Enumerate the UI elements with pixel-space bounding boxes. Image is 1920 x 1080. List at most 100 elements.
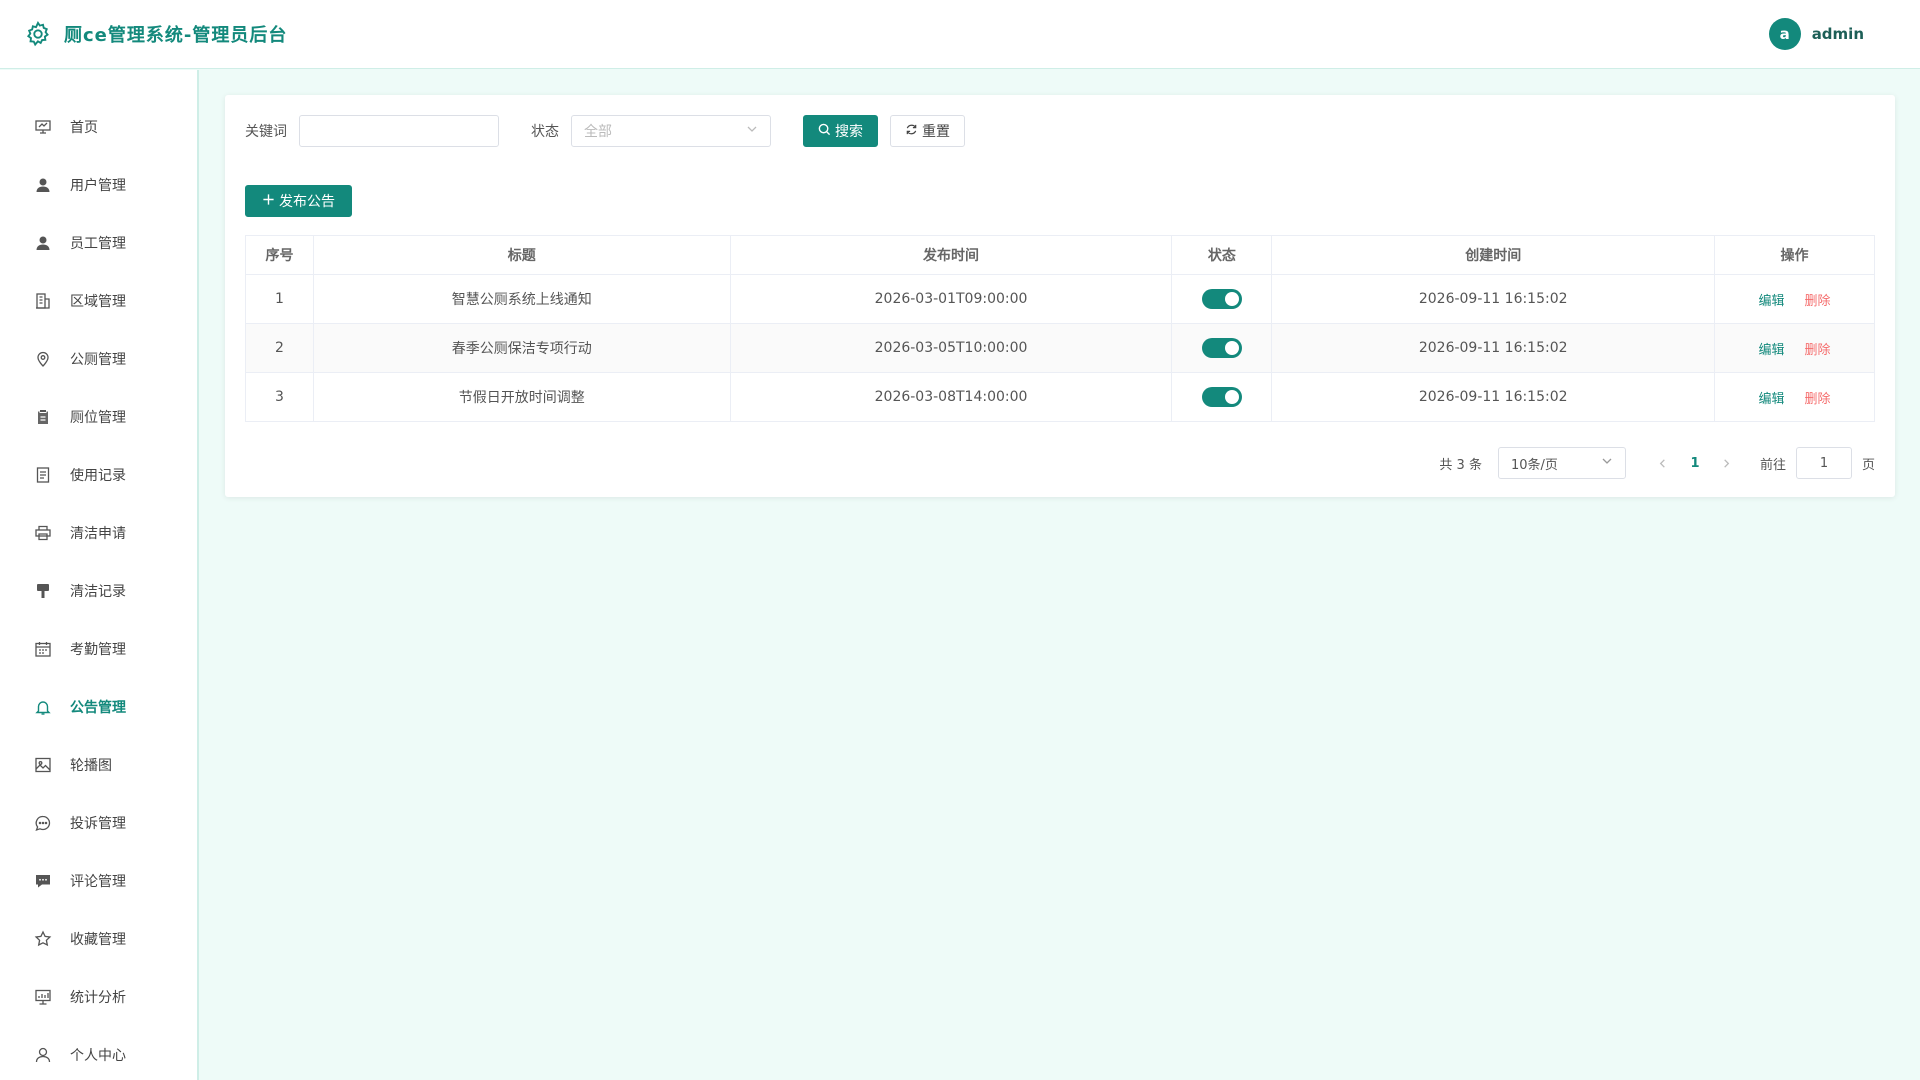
status-toggle[interactable] bbox=[1201, 387, 1242, 407]
row-created-time: 2026-09-11 16:15:02 bbox=[1271, 372, 1716, 422]
publish-announcement-button[interactable]: 发布公告 bbox=[245, 185, 352, 217]
sidebar-item-6[interactable]: 使用记录 bbox=[0, 446, 197, 504]
delete-link[interactable]: 删除 bbox=[1805, 343, 1831, 358]
sidebar-item-9[interactable]: 考勤管理 bbox=[0, 620, 197, 678]
table-row: 1 智慧公厕系统上线通知 2026-03-01T09:00:00 2026-09… bbox=[245, 274, 1875, 324]
delete-link[interactable]: 删除 bbox=[1805, 392, 1831, 407]
reset-button-label: 重置 bbox=[922, 124, 950, 140]
row-actions: 编辑 删除 bbox=[1714, 323, 1875, 373]
office-building-icon bbox=[34, 292, 52, 310]
document-icon bbox=[34, 466, 52, 484]
page-number-current[interactable]: 1 bbox=[1678, 456, 1712, 471]
sidebar-item-label: 投诉管理 bbox=[70, 816, 126, 832]
username[interactable]: admin bbox=[1812, 25, 1864, 43]
row-actions: 编辑 删除 bbox=[1714, 274, 1875, 324]
sidebar-item-11[interactable]: 轮播图 bbox=[0, 736, 197, 794]
pagination: 共 3 条 10条/页 1 前往 1 页 bbox=[1439, 447, 1875, 479]
goto-label: 前往 bbox=[1759, 457, 1786, 473]
sidebar-item-15[interactable]: 统计分析 bbox=[0, 968, 197, 1026]
sidebar-item-2[interactable]: 员工管理 bbox=[0, 214, 197, 272]
sidebar-item-3[interactable]: 区域管理 bbox=[0, 272, 197, 330]
table-row: 3 节假日开放时间调整 2026-03-08T14:00:00 2026-09-… bbox=[245, 372, 1875, 422]
column-header-title: 标题 bbox=[312, 235, 731, 275]
row-index: 1 bbox=[245, 274, 314, 324]
reset-button[interactable]: 重置 bbox=[890, 115, 965, 147]
prev-page-button[interactable] bbox=[1648, 458, 1678, 469]
chat-round-icon bbox=[34, 814, 52, 832]
search-icon bbox=[818, 123, 831, 140]
sidebar-item-8[interactable]: 清洁记录 bbox=[0, 562, 197, 620]
avatar[interactable]: a bbox=[1768, 18, 1801, 50]
page-size-select[interactable]: 10条/页 bbox=[1497, 447, 1626, 479]
star-icon bbox=[34, 930, 52, 948]
row-status-cell bbox=[1171, 274, 1273, 324]
sidebar-item-5[interactable]: 厕位管理 bbox=[0, 388, 197, 446]
search-button[interactable]: 搜索 bbox=[803, 115, 878, 147]
sidebar-item-16[interactable]: 个人中心 bbox=[0, 1026, 197, 1080]
sidebar-item-1[interactable]: 用户管理 bbox=[0, 156, 197, 214]
sidebar-item-label: 区域管理 bbox=[70, 294, 126, 310]
sidebar-item-13[interactable]: 评论管理 bbox=[0, 852, 197, 910]
sidebar-item-label: 公告管理 bbox=[70, 700, 126, 716]
status-select[interactable]: 全部 bbox=[571, 115, 771, 147]
gear-icon bbox=[24, 20, 52, 48]
edit-link[interactable]: 编辑 bbox=[1759, 343, 1785, 358]
brand: 厕ce管理系统-管理员后台 bbox=[24, 20, 287, 48]
printer-icon bbox=[34, 524, 52, 542]
table-row: 2 春季公厕保洁专项行动 2026-03-05T10:00:00 2026-09… bbox=[245, 323, 1875, 373]
goto-page-input[interactable]: 1 bbox=[1795, 447, 1852, 479]
status-toggle[interactable] bbox=[1201, 338, 1242, 358]
picture-icon bbox=[34, 756, 52, 774]
sidebar-item-label: 清洁记录 bbox=[70, 584, 126, 600]
sidebar-item-10[interactable]: 公告管理 bbox=[0, 678, 197, 736]
status-toggle[interactable] bbox=[1201, 289, 1242, 309]
user-menu[interactable]: a admin bbox=[1768, 18, 1864, 50]
user-outline-icon bbox=[34, 1046, 52, 1064]
user-solid-icon bbox=[34, 234, 52, 252]
goto-suffix: 页 bbox=[1861, 457, 1875, 473]
keyword-input[interactable] bbox=[299, 115, 499, 147]
sidebar-item-label: 清洁申请 bbox=[70, 526, 126, 542]
column-header-status: 状态 bbox=[1171, 235, 1273, 275]
column-header-publish-time: 发布时间 bbox=[729, 235, 1173, 275]
row-title: 春季公厕保洁专项行动 bbox=[312, 323, 731, 373]
row-index: 3 bbox=[245, 372, 314, 422]
sidebar-item-label: 轮播图 bbox=[70, 758, 112, 774]
refresh-icon bbox=[905, 123, 918, 140]
announcement-table: 序号 标题 发布时间 状态 创建时间 操作 1 智慧公厕系统上线通知 2026-… bbox=[245, 235, 1875, 422]
table-header-row: 序号 标题 发布时间 状态 创建时间 操作 bbox=[245, 235, 1875, 275]
pagination-total: 共 3 条 bbox=[1439, 457, 1482, 473]
status-label: 状态 bbox=[531, 124, 559, 140]
sidebar-item-label: 收藏管理 bbox=[70, 932, 126, 948]
sidebar-item-7[interactable]: 清洁申请 bbox=[0, 504, 197, 562]
brush-icon bbox=[34, 582, 52, 600]
column-header-created-time: 创建时间 bbox=[1271, 235, 1716, 275]
sidebar: 首页用户管理员工管理区域管理公厕管理厕位管理使用记录清洁申请清洁记录考勤管理公告… bbox=[0, 70, 199, 1080]
chat-square-icon bbox=[34, 872, 52, 890]
sidebar-item-12[interactable]: 投诉管理 bbox=[0, 794, 197, 852]
status-select-value: 全部 bbox=[584, 124, 612, 140]
column-header-actions: 操作 bbox=[1714, 235, 1875, 275]
location-pin-icon bbox=[34, 350, 52, 368]
sidebar-item-label: 使用记录 bbox=[70, 468, 126, 484]
top-header: 厕ce管理系统-管理员后台 a admin bbox=[0, 0, 1920, 69]
chevron-down-icon bbox=[1601, 455, 1613, 471]
edit-link[interactable]: 编辑 bbox=[1759, 294, 1785, 309]
app-title: 厕ce管理系统-管理员后台 bbox=[64, 25, 288, 46]
plus-icon bbox=[262, 193, 275, 210]
row-created-time: 2026-09-11 16:15:02 bbox=[1271, 323, 1716, 373]
sidebar-item-0[interactable]: 首页 bbox=[0, 98, 197, 156]
row-actions: 编辑 删除 bbox=[1714, 372, 1875, 422]
page-size-value: 10条/页 bbox=[1510, 457, 1558, 473]
delete-link[interactable]: 删除 bbox=[1805, 294, 1831, 309]
sidebar-item-4[interactable]: 公厕管理 bbox=[0, 330, 197, 388]
sidebar-item-label: 个人中心 bbox=[70, 1048, 126, 1064]
edit-link[interactable]: 编辑 bbox=[1759, 392, 1785, 407]
calendar-icon bbox=[34, 640, 52, 658]
sidebar-item-label: 统计分析 bbox=[70, 990, 126, 1006]
sidebar-item-label: 公厕管理 bbox=[70, 352, 126, 368]
sidebar-item-14[interactable]: 收藏管理 bbox=[0, 910, 197, 968]
next-page-button[interactable] bbox=[1712, 458, 1742, 469]
row-publish-time: 2026-03-01T09:00:00 bbox=[729, 274, 1173, 324]
sidebar-item-label: 用户管理 bbox=[70, 178, 126, 194]
